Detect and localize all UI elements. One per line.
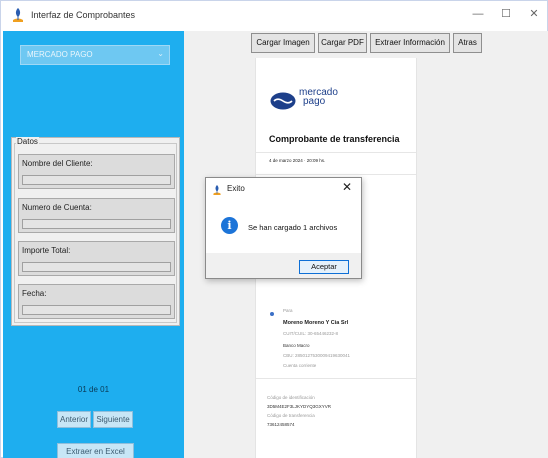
- divider: [256, 378, 416, 379]
- maximize-button[interactable]: ☐: [493, 5, 519, 23]
- provider-select[interactable]: MERCADO PAGO ⌄: [20, 45, 170, 65]
- close-button[interactable]: ✕: [521, 5, 547, 23]
- id-code-value: 3D5M4E2F3LJKYDYQ3GXYVR: [267, 404, 332, 409]
- total-amount-field: Importe Total:: [18, 241, 175, 276]
- recipient-cuit: CUIT/CUIL: 30-65446232-8: [283, 331, 339, 336]
- next-button[interactable]: Siguiente: [93, 411, 133, 428]
- recipient-dot: [270, 312, 274, 316]
- app-window: Interfaz de Comprobantes — ☐ ✕ MERCADO P…: [0, 0, 548, 458]
- dialog-close-icon[interactable]: ✕: [342, 180, 352, 194]
- total-amount-label: Importe Total:: [22, 246, 71, 255]
- account-number-label: Numero de Cuenta:: [22, 203, 92, 212]
- dialog-message: Se han cargado 1 archivos: [248, 223, 338, 232]
- client-name-field: Nombre del Cliente:: [18, 154, 175, 189]
- extract-info-button[interactable]: Extraer Información: [370, 33, 450, 53]
- logo-line-2: pago: [303, 96, 326, 107]
- account-type: Cuenta corriente: [283, 363, 317, 368]
- receipt-date: 4 de marzo 2024 · 20:09 hs.: [269, 158, 326, 163]
- group-title: Datos: [16, 137, 39, 146]
- id-code-label: Código de identificación: [267, 395, 315, 400]
- mercado-pago-logo-icon: [270, 92, 296, 110]
- provider-select-value: MERCADO PAGO: [27, 50, 93, 59]
- dialog-title: Exito: [227, 184, 245, 193]
- prev-button[interactable]: Anterior: [57, 411, 91, 428]
- divider: [256, 152, 416, 153]
- chevron-down-icon[interactable]: ⌄: [157, 49, 164, 58]
- minimize-button[interactable]: —: [465, 5, 491, 23]
- dialog-footer: Aceptar: [206, 253, 361, 278]
- ok-button[interactable]: Aceptar: [299, 260, 349, 274]
- info-icon: i: [221, 217, 238, 234]
- client-name-input[interactable]: [22, 175, 171, 185]
- transfer-code-label: Código de transferencia: [267, 413, 315, 418]
- date-label: Fecha:: [22, 289, 47, 298]
- recipient-name: Moreno Moreno Y Cia Srl: [283, 320, 349, 326]
- mercado-pago-logo-text: mercado pago: [299, 88, 338, 107]
- export-excel-button[interactable]: Extraer en Excel: [57, 443, 134, 458]
- recipient-cbu: CBU: 2850127530009419630041: [283, 353, 351, 358]
- account-number-input[interactable]: [22, 219, 171, 229]
- date-input[interactable]: [22, 305, 171, 315]
- window-title: Interfaz de Comprobantes: [31, 10, 136, 20]
- title-bar: Interfaz de Comprobantes — ☐ ✕: [1, 1, 547, 31]
- feather-icon: [213, 185, 221, 195]
- para-label: Para: [283, 308, 293, 313]
- load-image-button[interactable]: Cargar Imagen: [251, 33, 315, 53]
- load-pdf-button[interactable]: Cargar PDF: [318, 33, 367, 53]
- page-counter: 01 de 01: [77, 385, 110, 394]
- data-group: Datos Nombre del Cliente: Numero de Cuen…: [11, 137, 180, 326]
- back-button[interactable]: Atras: [453, 33, 482, 53]
- recipient-bank: Banco Macro: [283, 343, 310, 348]
- client-name-label: Nombre del Cliente:: [22, 159, 93, 168]
- success-dialog: Exito ✕ i Se han cargado 1 archivos Acep…: [205, 177, 362, 279]
- total-amount-input[interactable]: [22, 262, 171, 272]
- sidebar: MERCADO PAGO ⌄ Datos Nombre del Cliente:…: [3, 31, 184, 458]
- divider: [256, 174, 416, 175]
- feather-icon: [13, 8, 23, 22]
- transfer-code-value: 73612458574: [267, 422, 295, 427]
- date-field: Fecha:: [18, 284, 175, 319]
- account-number-field: Numero de Cuenta:: [18, 198, 175, 233]
- receipt-title: Comprobante de transferencia: [269, 134, 400, 144]
